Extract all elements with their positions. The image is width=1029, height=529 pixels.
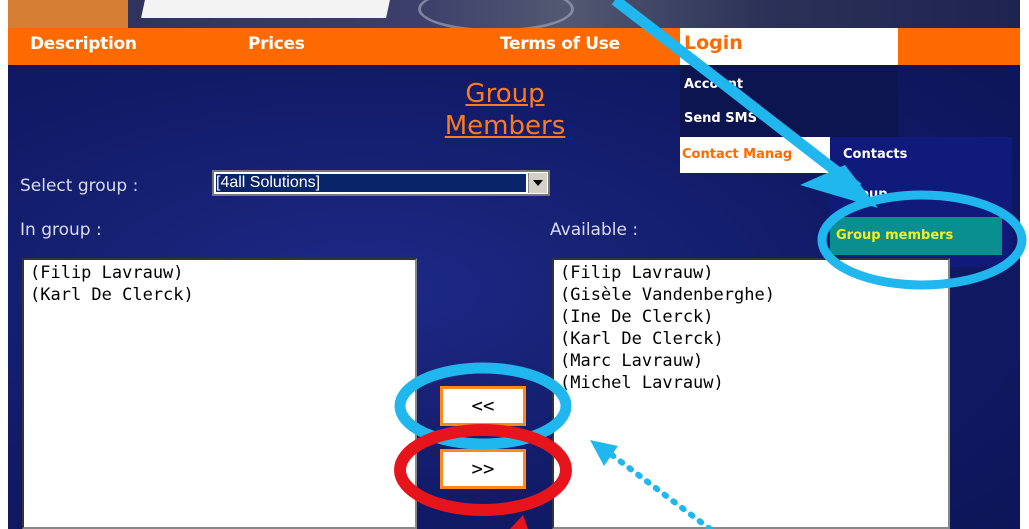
annotation-red-arrow-icon — [510, 515, 528, 529]
annotation-arrow-solid — [611, 0, 862, 193]
annotation-overlay — [394, 0, 1027, 529]
annotation-ellipse-group-members — [817, 190, 1027, 290]
annotation-arrow-dotted — [605, 449, 713, 529]
